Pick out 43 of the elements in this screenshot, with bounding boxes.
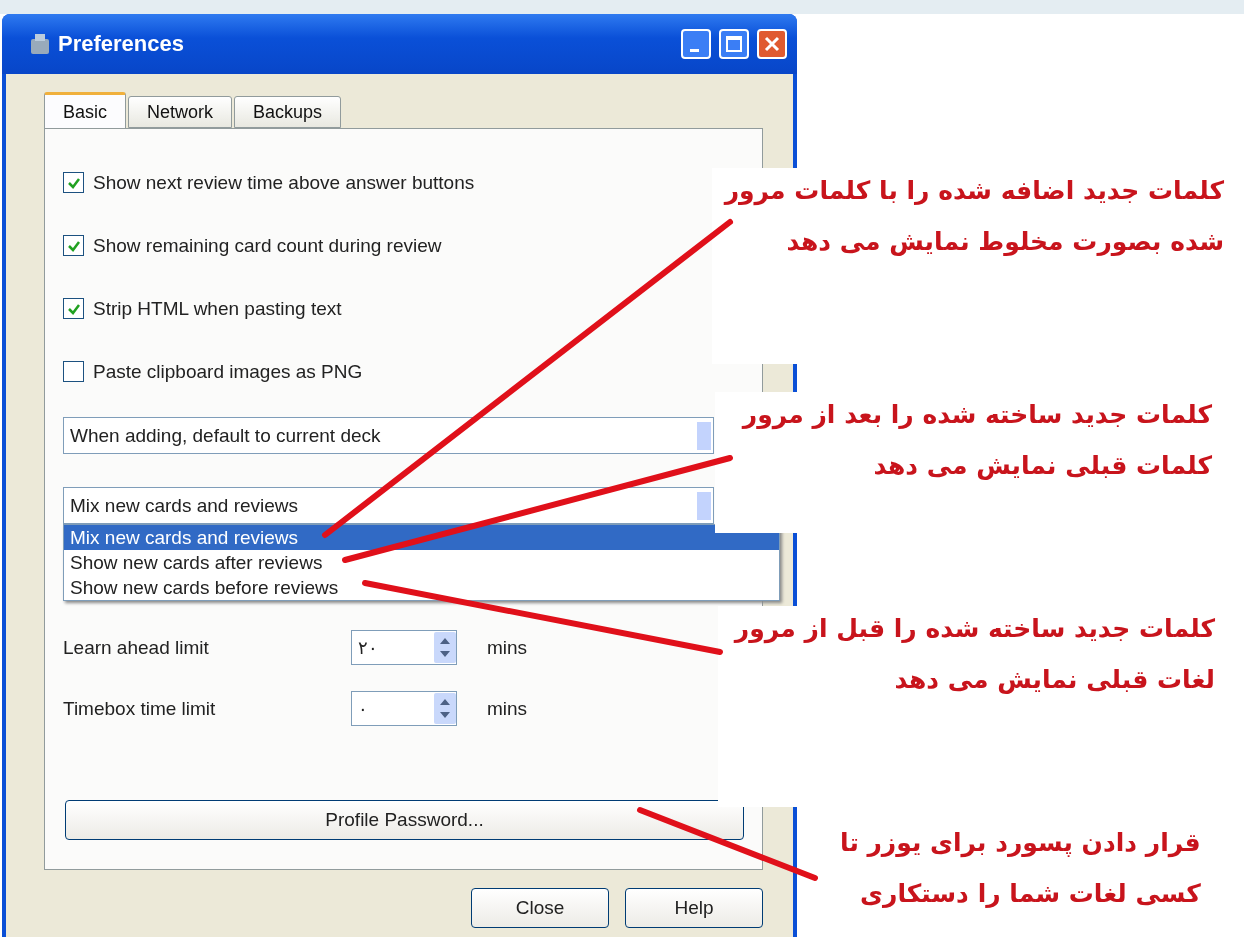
- minimize-icon: [689, 48, 699, 52]
- tab[interactable]: Basic: [44, 92, 126, 129]
- window-title: Preferences: [58, 31, 185, 57]
- close-icon: [764, 36, 780, 52]
- checkbox[interactable]: [63, 172, 84, 193]
- checkbox-label: Show remaining card count during review: [93, 234, 442, 257]
- spin-arrows-icon[interactable]: [434, 693, 456, 724]
- checkbox-label: Show next review time above answer buttons: [93, 171, 475, 194]
- spinner-label: Learn ahead limit: [63, 636, 210, 659]
- spinner-label: Timebox time limit: [63, 697, 217, 720]
- order-dropdown[interactable]: Mix new cards and reviews: [63, 487, 714, 524]
- annotation-text: کلمات جدید اضافه شده را با کلمات مرور: [724, 176, 1224, 205]
- dropdown-option[interactable]: Mix new cards and reviews: [64, 525, 779, 550]
- deck-dropdown[interactable]: When adding, default to current deck: [63, 417, 714, 454]
- annotation-text: لغات قبلی نمایش می دهد: [893, 665, 1215, 694]
- maximize-button[interactable]: [719, 29, 749, 59]
- checkbox[interactable]: [63, 235, 84, 256]
- number-field[interactable]: ۲۰: [351, 630, 457, 665]
- profile-password-button[interactable]: Profile Password...: [65, 800, 744, 840]
- annotation-text: کلمات قبلی نمایش می دهد: [872, 451, 1212, 480]
- checkbox-label: Strip HTML when pasting text: [93, 297, 342, 320]
- checkbox-label: Paste clipboard images as PNG: [93, 360, 363, 383]
- unit-label: mins: [487, 636, 528, 659]
- annotation-text: کسی لغات شما را دستکاری: [859, 879, 1201, 908]
- number-field[interactable]: ۰: [351, 691, 457, 726]
- app-icon: [30, 33, 50, 55]
- close-button[interactable]: [757, 29, 787, 59]
- dropdown-option[interactable]: Show new cards before reviews: [64, 575, 779, 600]
- annotation-text: شده بصورت مخلوط نمایش می دهد: [785, 227, 1224, 256]
- tab[interactable]: Network: [128, 96, 233, 128]
- minimize-button[interactable]: [681, 29, 711, 59]
- annotation-text: قرار دادن پسورد برای یوزر تا: [840, 828, 1201, 857]
- checkbox[interactable]: [63, 361, 84, 382]
- unit-label: mins: [487, 697, 528, 720]
- maximize-icon: [726, 36, 742, 52]
- checkbox[interactable]: [63, 298, 84, 319]
- annotation-text: کلمات جدید ساخته شده را قبل از مرور: [732, 614, 1215, 643]
- dialog-button[interactable]: Help: [625, 888, 763, 928]
- tab[interactable]: Backups: [234, 96, 342, 128]
- dropdown-option[interactable]: Show new cards after reviews: [64, 550, 779, 575]
- spin-arrows-icon[interactable]: [434, 632, 456, 663]
- annotation-text: کلمات جدید ساخته شده را بعد از مرور: [740, 400, 1212, 429]
- dialog-button[interactable]: Close: [471, 888, 609, 928]
